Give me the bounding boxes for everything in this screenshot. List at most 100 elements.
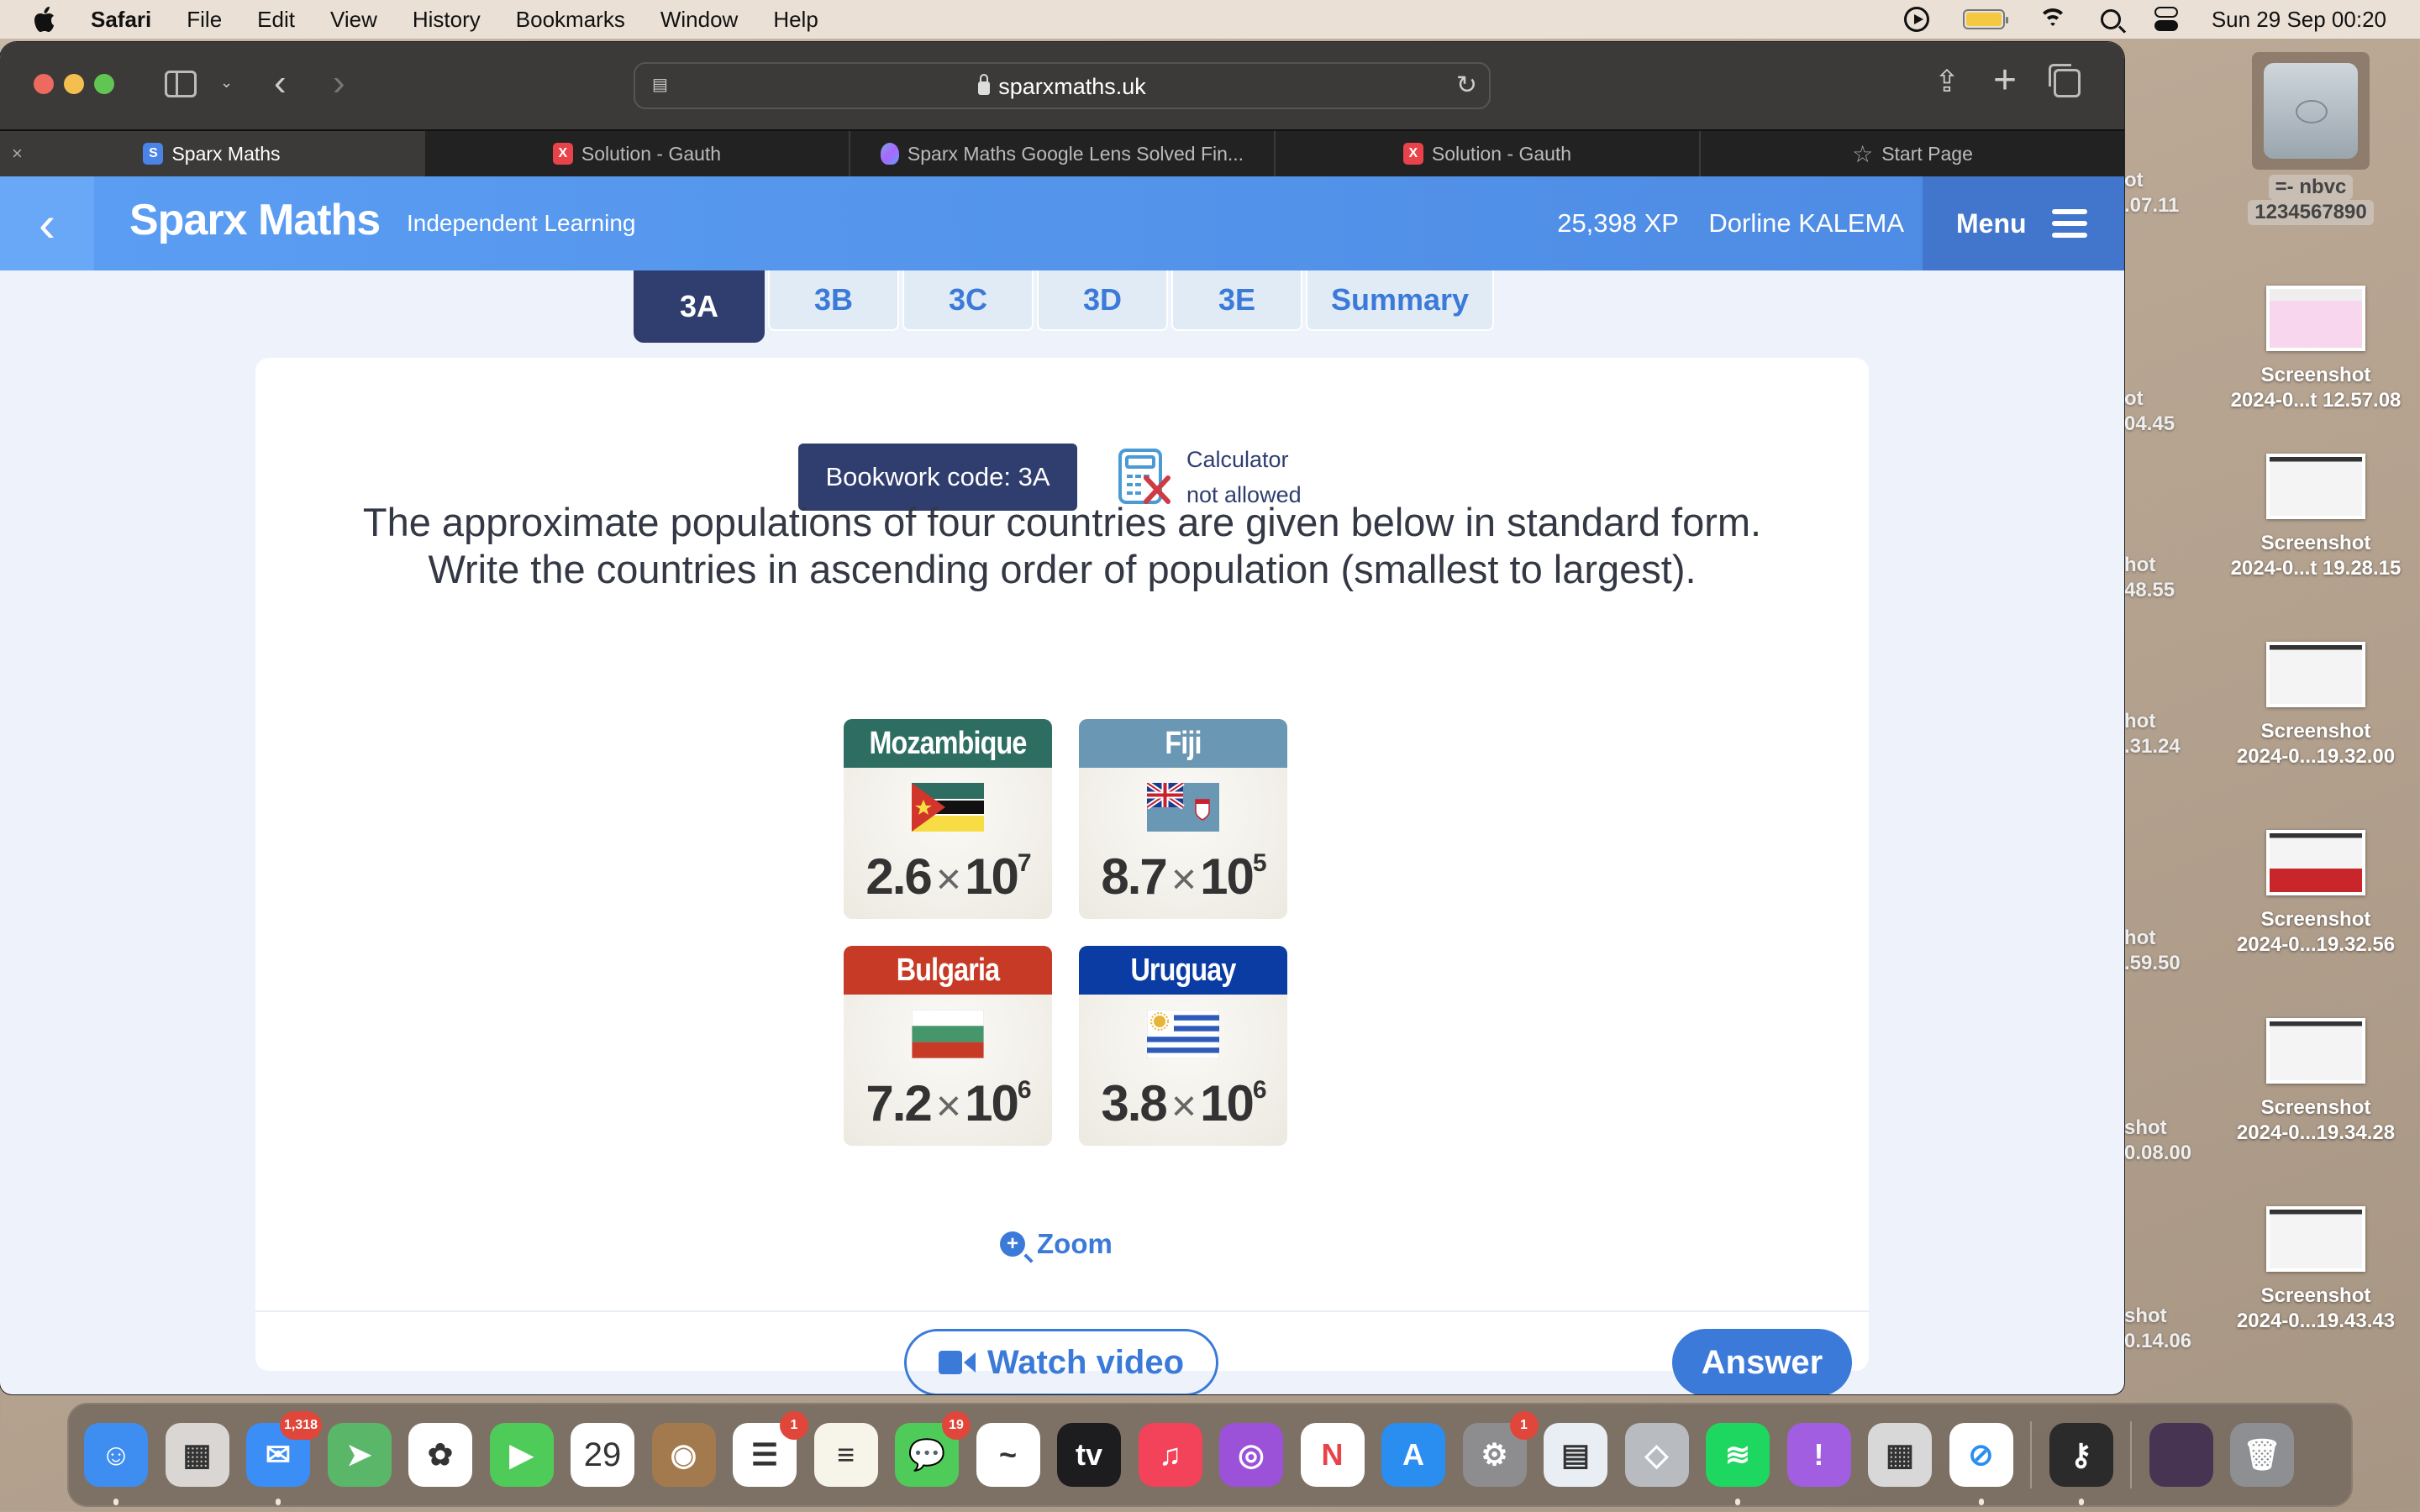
xp-counter: 25,398 XP — [1557, 208, 1679, 238]
dock-app-maps[interactable]: ➤ — [327, 1423, 392, 1487]
tab-summary[interactable]: Summary — [1306, 270, 1494, 331]
desktop-file-partial[interactable]: hot 48.55 — [2124, 553, 2191, 603]
trash-icon: 🗑 — [2243, 1437, 2281, 1472]
desktop-file-partial[interactable]: hot .59.50 — [2124, 926, 2191, 976]
back-icon[interactable]: ‹ — [274, 62, 287, 104]
dock-app-news[interactable]: N — [1300, 1423, 1365, 1487]
uruguay-flag-icon — [1147, 1010, 1219, 1058]
desktop-file[interactable]: Screenshot 2024-0...19.43.43 — [2207, 1206, 2420, 1334]
dock-app-preview[interactable]: ▤ — [1544, 1423, 1607, 1487]
apple-tv-icon: tv — [1075, 1437, 1102, 1472]
share-icon[interactable]: ⇪ — [1934, 64, 1960, 99]
spotlight-search-icon[interactable] — [2100, 9, 2121, 29]
desktop-file-partial[interactable]: ot .07.11 — [2124, 168, 2191, 218]
dock-app-spotify[interactable]: ≋ — [1706, 1423, 1770, 1505]
menu-history[interactable]: History — [413, 7, 481, 33]
desktop-file[interactable]: Screenshot 2024-0...19.32.56 — [2207, 830, 2420, 958]
dock-app-freeform[interactable]: ~ — [976, 1423, 1040, 1487]
address-bar[interactable]: ▤ sparxmaths.uk ↻ — [634, 62, 1491, 109]
browser-tab[interactable]: X Solution - Gauth — [1274, 131, 1699, 176]
close-tab-icon[interactable]: × — [12, 143, 23, 165]
menu-file[interactable]: File — [187, 7, 222, 33]
desktop-file-partial[interactable]: hot .31.24 — [2124, 709, 2191, 759]
zoom-button[interactable]: + Zoom — [1000, 1228, 1113, 1260]
desktop-file[interactable]: Screenshot 2024-0...19.34.28 — [2207, 1018, 2420, 1146]
running-indicator — [2078, 1499, 2084, 1505]
dock-app-contacts[interactable]: ◉ — [651, 1423, 716, 1487]
reload-icon[interactable]: ↻ — [1456, 71, 1477, 100]
population-value: 7.2 × 106 — [865, 1075, 1031, 1131]
dock-app-podcasts[interactable]: ◎ — [1219, 1423, 1283, 1487]
tab-3d[interactable]: 3D — [1037, 270, 1168, 331]
dock-app-finder[interactable]: ☺ — [84, 1423, 148, 1505]
desktop-file[interactable]: Screenshot 2024-0...t 12.57.08 — [2207, 286, 2420, 413]
zoom-window-button[interactable] — [94, 74, 114, 94]
minimize-window-button[interactable] — [64, 74, 84, 94]
dock-app-roblox[interactable]: ◇ — [1624, 1423, 1689, 1487]
sparx-favicon: S — [143, 143, 164, 165]
browser-tab[interactable]: Sparx Maths Google Lens Solved Fin... — [849, 131, 1274, 176]
browser-tab[interactable]: X Solution - Gauth — [424, 131, 849, 176]
dock-app-photos[interactable]: ✿ — [408, 1423, 472, 1487]
menu-edit[interactable]: Edit — [257, 7, 295, 33]
answer-button[interactable]: Answer — [1672, 1329, 1852, 1394]
menu-button[interactable]: Menu — [1923, 176, 2124, 270]
desktop-file[interactable]: Screenshot 2024-0...t 19.28.15 — [2207, 454, 2420, 581]
menu-window[interactable]: Window — [660, 7, 738, 33]
tab-overview-icon[interactable] — [2049, 64, 2081, 97]
forward-icon[interactable]: › — [333, 62, 345, 104]
dock-app-notes[interactable]: ≡ — [813, 1423, 878, 1487]
watch-video-button[interactable]: Watch video — [904, 1329, 1218, 1394]
tab-3c[interactable]: 3C — [902, 270, 1034, 331]
wifi-icon[interactable] — [2038, 8, 2067, 30]
chevron-down-icon[interactable]: ⌄ — [220, 74, 233, 92]
new-tab-icon[interactable]: + — [1993, 57, 2017, 103]
dock-app-calculator[interactable]: ▦ — [1868, 1423, 1932, 1487]
dock-app-messages[interactable]: 💬 19 — [895, 1411, 971, 1487]
close-window-button[interactable] — [34, 74, 54, 94]
dock-app-calendar[interactable]: 29 — [571, 1423, 634, 1487]
desktop-file-partial[interactable]: shot 0.08.00 — [2124, 1116, 2191, 1166]
clock[interactable]: Sun 29 Sep 00:20 — [2212, 7, 2386, 33]
tab-3a[interactable]: 3A — [634, 270, 765, 343]
dock-app-mail[interactable]: ✉ 1,318 — [246, 1411, 322, 1505]
sidebar-toggle-icon[interactable] — [165, 71, 197, 97]
dock-app-launchpad[interactable]: ▦ — [165, 1423, 229, 1487]
dock-app-trash[interactable]: 🗑 — [2230, 1423, 2294, 1487]
brand-logo[interactable]: Sparx Maths — [129, 195, 381, 245]
menu-help[interactable]: Help — [773, 7, 818, 33]
browser-tab[interactable]: × S Sparx Maths — [0, 131, 424, 176]
desktop-file-partial[interactable]: shot 0.14.06 — [2124, 1304, 2191, 1354]
dock-app-facetime[interactable]: ▶ — [489, 1423, 554, 1487]
menu-bookmarks[interactable]: Bookmarks — [516, 7, 625, 33]
tab-3e[interactable]: 3E — [1171, 270, 1302, 331]
zoom-label: Zoom — [1037, 1228, 1113, 1259]
dock-app-music[interactable]: ♫ — [1138, 1423, 1202, 1487]
drive-icon[interactable] — [2252, 52, 2370, 170]
dock-app-reminders[interactable]: ☰ 1 — [733, 1411, 808, 1487]
dock-app-safari[interactable]: ⊘ — [1949, 1423, 2013, 1505]
calendar-icon: 29 — [583, 1436, 622, 1473]
tab-bar: × S Sparx Maths X Solution - Gauth Sparx… — [0, 129, 2124, 176]
page-subtitle: Independent Learning — [407, 210, 636, 236]
desktop-file-partial[interactable]: ot 04.45 — [2124, 386, 2191, 437]
file-thumbnail — [2266, 286, 2365, 351]
play-icon[interactable] — [1903, 7, 1929, 32]
dock-app-app-store[interactable]: A — [1381, 1423, 1445, 1487]
dock-app-system-settings[interactable]: ⚙ 1 — [1462, 1411, 1539, 1487]
browser-tab[interactable]: ☆ Start Page — [1699, 131, 2124, 176]
url-text[interactable]: sparxmaths.uk — [998, 74, 1146, 99]
dock-app-keychain-access[interactable]: ⚷ — [2049, 1423, 2113, 1505]
menu-view[interactable]: View — [330, 7, 377, 33]
control-center-icon[interactable] — [2154, 7, 2178, 32]
dock-app-feedback-assistant[interactable]: ! — [1786, 1423, 1851, 1487]
desktop-file[interactable]: Screenshot 2024-0...19.32.00 — [2207, 642, 2420, 769]
battery-icon[interactable] — [1962, 9, 2008, 29]
population-value: 3.8 × 106 — [1101, 1075, 1266, 1131]
dock-app-downloads-stack[interactable] — [2149, 1423, 2213, 1487]
tab-3b[interactable]: 3B — [768, 270, 899, 331]
apple-menu-icon[interactable] — [32, 5, 57, 34]
menu-app-name[interactable]: Safari — [91, 7, 151, 33]
back-button[interactable]: ‹ — [0, 176, 94, 270]
dock-app-apple-tv[interactable]: tv — [1057, 1423, 1121, 1487]
